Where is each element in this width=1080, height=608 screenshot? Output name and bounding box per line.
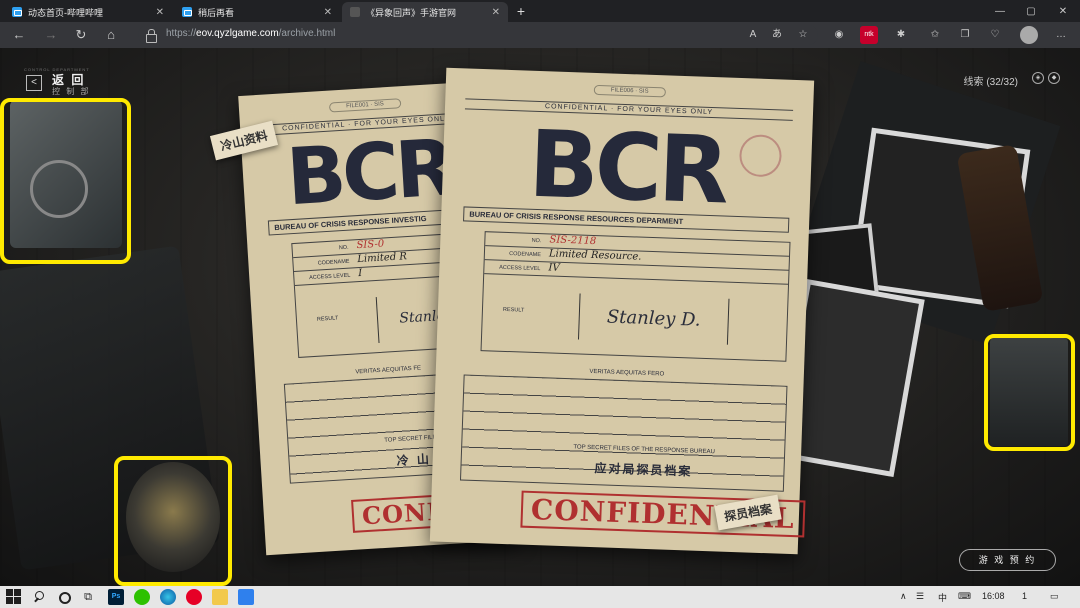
- forward-arrow-icon[interactable]: →: [42, 26, 60, 44]
- collections-icon[interactable]: ❐: [956, 26, 974, 44]
- bilibili-icon: [182, 7, 192, 17]
- tab-watch-later[interactable]: 稍后再看 ✕: [174, 2, 340, 22]
- file-number: FILE006 · SIS: [593, 84, 666, 98]
- photoshop-icon[interactable]: Ps: [108, 589, 124, 605]
- highlight-frame: [984, 334, 1075, 451]
- result-label: RESULT: [502, 306, 525, 314]
- back-arrow-icon[interactable]: ←: [10, 26, 28, 44]
- tab-title: 稍后再看: [198, 7, 235, 18]
- puzzle-icon[interactable]: ✱: [892, 26, 910, 44]
- tab-title: 《异象回声》手游官网: [366, 7, 457, 18]
- new-tab-button[interactable]: +: [513, 3, 529, 19]
- url-text[interactable]: https://eov.qyzlgame.com/archive.html: [166, 28, 335, 39]
- game-reservation-button[interactable]: 游 戏 预 约: [959, 549, 1056, 571]
- notification-count[interactable]: 1: [1022, 591, 1027, 601]
- task-view-icon[interactable]: ⧉: [80, 589, 96, 605]
- address-bar[interactable]: https://eov.qyzlgame.com/archive.html: [138, 25, 818, 45]
- ime-keyboard-icon[interactable]: ⌨: [958, 591, 971, 602]
- clues-counter: 线索 (32/32): [963, 77, 1018, 88]
- cortana-icon[interactable]: [56, 589, 72, 605]
- clock[interactable]: 16:08: [982, 591, 1005, 601]
- bilibili-icon: [12, 7, 22, 17]
- photos-icon[interactable]: [238, 589, 254, 605]
- tab-game-site[interactable]: 《异象回声》手游官网 ✕: [342, 2, 508, 22]
- close-window-button[interactable]: ✕: [1048, 0, 1078, 22]
- file-explorer-icon[interactable]: [212, 589, 228, 605]
- tab-strip: 动态首页-哔哩哔哩 ✕ 稍后再看 ✕ 《异象回声》手游官网 ✕ + — ▢ ✕: [0, 0, 1080, 22]
- network-icon[interactable]: ☰: [916, 591, 924, 602]
- weibo-extension-icon[interactable]: ntk: [860, 26, 878, 44]
- minimize-button[interactable]: —: [985, 0, 1015, 22]
- dossier-form: NO. SIS-2118 CODENAME Limited Resource. AC…: [480, 231, 791, 362]
- favorites-icon[interactable]: ✩: [926, 26, 944, 44]
- highlight-frame: [0, 98, 131, 264]
- game-archive-page: FILE001 · SIS CONFIDENTIAL · FOR YOUR EY…: [0, 48, 1080, 586]
- ime-indicator[interactable]: 中: [938, 591, 947, 604]
- profile-icon[interactable]: [1020, 26, 1038, 44]
- windows-start-icon[interactable]: [6, 589, 22, 605]
- tab-bilibili-home[interactable]: 动态首页-哔哩哔哩 ✕: [4, 2, 172, 22]
- read-aloud-icon[interactable]: A: [744, 26, 762, 44]
- close-tab-icon[interactable]: ✕: [492, 7, 500, 18]
- edge-icon[interactable]: [160, 589, 176, 605]
- home-icon[interactable]: ⌂: [102, 26, 120, 44]
- signature: Stanley D.: [577, 293, 730, 345]
- close-tab-icon[interactable]: ✕: [156, 7, 164, 18]
- file-number: FILE001 · SIS: [328, 98, 402, 113]
- netease-music-icon[interactable]: [186, 589, 202, 605]
- tab-title: 动态首页-哔哩哔哩: [28, 7, 103, 18]
- action-center-icon[interactable]: ▭: [1050, 591, 1059, 602]
- back-subtitle: 控 制 部: [52, 87, 91, 96]
- clue-target-icon[interactable]: ◈: [1032, 72, 1044, 84]
- tray-chevron-icon[interactable]: ∧: [900, 591, 907, 602]
- search-icon[interactable]: [32, 589, 48, 605]
- maximize-button[interactable]: ▢: [1016, 0, 1046, 22]
- result-label: RESULT: [316, 315, 339, 323]
- windows-taskbar: ⧉ Ps ∧ ☰ 中 ⌨ 16:08 1 ▭: [0, 586, 1080, 608]
- highlight-frame: [114, 456, 232, 586]
- lock-icon: [146, 29, 157, 43]
- favorite-star-icon[interactable]: ☆: [794, 26, 812, 44]
- translate-icon[interactable]: あ: [768, 26, 786, 44]
- browser-window: 动态首页-哔哩哔哩 ✕ 稍后再看 ✕ 《异象回声》手游官网 ✕ + — ▢ ✕ …: [0, 0, 1080, 608]
- extension-icon[interactable]: ◉: [830, 26, 848, 44]
- back-chevron-icon[interactable]: <: [26, 75, 42, 91]
- document-detective-file[interactable]: FILE006 · SIS CONFIDENTIAL · FOR YOUR EY…: [429, 67, 815, 555]
- address-toolbar: ← → ↻ ⌂ https://eov.qyzlgame.com/archive…: [0, 22, 1080, 48]
- clue-filter-icon[interactable]: ◆: [1048, 72, 1060, 84]
- game-icon: [350, 7, 360, 17]
- close-tab-icon[interactable]: ✕: [324, 7, 332, 18]
- browser-essentials-icon[interactable]: ♡: [986, 26, 1004, 44]
- more-icon[interactable]: …: [1052, 26, 1070, 44]
- wechat-icon[interactable]: [134, 589, 150, 605]
- refresh-icon[interactable]: ↻: [72, 26, 90, 44]
